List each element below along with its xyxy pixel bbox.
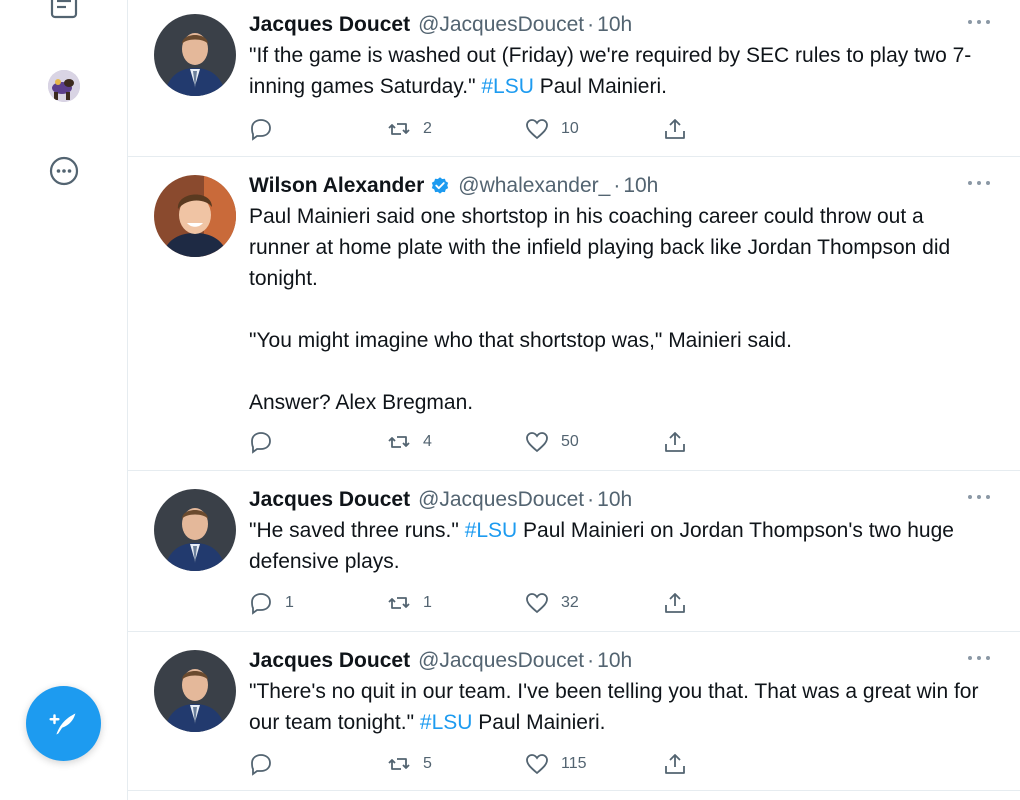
tweet-header: Jacques Doucet @JacquesDoucet · 10h [249, 12, 990, 38]
reply-icon [251, 119, 271, 141]
heart-icon [526, 593, 548, 614]
more-icon[interactable] [48, 155, 80, 187]
hashtag-link[interactable]: #LSU [465, 519, 518, 542]
lists-icon[interactable] [48, 0, 80, 20]
share-icon [665, 754, 685, 774]
sidebar [0, 0, 128, 800]
like-button[interactable]: 115 [525, 752, 663, 776]
heart-icon [526, 432, 548, 453]
like-count: 115 [561, 755, 587, 772]
tweet[interactable]: Wilson Alexander @whalexander_ · 10h Pau… [128, 157, 1020, 471]
separator-dot: · [613, 174, 621, 197]
author-handle[interactable]: @whalexander_ [458, 174, 610, 198]
retweet-count: 1 [423, 594, 432, 611]
more-options-icon[interactable] [968, 12, 990, 32]
retweet-icon [388, 758, 410, 770]
tweet-actions: 5 115 [249, 752, 693, 776]
retweet-icon [388, 123, 410, 135]
avatar[interactable] [154, 14, 236, 96]
share-button[interactable] [663, 430, 693, 454]
like-count: 50 [561, 433, 579, 450]
tweet[interactable]: Jacques Doucet @JacquesDoucet · 10h "He … [128, 471, 1020, 632]
more-options-icon[interactable] [968, 487, 990, 507]
reply-button[interactable] [249, 430, 387, 454]
reply-button[interactable] [249, 117, 387, 141]
hashtag-link[interactable]: #LSU [420, 711, 473, 734]
like-button[interactable]: 32 [525, 591, 663, 615]
compose-tweet-button[interactable] [26, 686, 101, 761]
share-icon [665, 119, 685, 139]
tweet-text-part: "There's no quit in our team. I've been … [249, 680, 985, 734]
author-name[interactable]: Wilson Alexander [249, 174, 424, 198]
tweet-text-part: Paul Mainieri. [533, 75, 667, 98]
timestamp[interactable]: 10h [597, 488, 632, 512]
reply-button[interactable]: 1 [249, 591, 387, 615]
author-handle[interactable]: @JacquesDoucet [418, 649, 584, 673]
tweet-actions: 2 10 [249, 117, 693, 141]
separator-dot: · [587, 488, 595, 511]
author-name[interactable]: Jacques Doucet [249, 649, 410, 673]
timestamp[interactable]: 10h [623, 174, 658, 198]
retweet-count: 4 [423, 433, 432, 450]
author-handle[interactable]: @JacquesDoucet [418, 488, 584, 512]
tweet-text-part: Paul Mainieri. [472, 711, 606, 734]
tweet[interactable]: Jacques Doucet @JacquesDoucet · 10h "If … [128, 0, 1020, 157]
tweet-header: Jacques Doucet @JacquesDoucet · 10h [249, 487, 990, 513]
more-options-icon[interactable] [968, 648, 990, 668]
retweet-button[interactable]: 2 [387, 117, 525, 141]
heart-icon [526, 119, 548, 140]
retweet-button[interactable]: 4 [387, 430, 525, 454]
avatar[interactable] [154, 650, 236, 732]
author-name[interactable]: Jacques Doucet [249, 13, 410, 37]
share-icon [665, 593, 685, 613]
tweet-text: "There's no quit in our team. I've been … [249, 676, 989, 738]
avatar[interactable] [154, 489, 236, 571]
retweet-count: 2 [423, 120, 432, 137]
tweet-actions: 1 1 32 [249, 591, 693, 615]
reply-icon [251, 432, 271, 454]
like-count: 10 [561, 120, 579, 137]
reply-button[interactable] [249, 752, 387, 776]
tweet-text-part: Paul Mainieri said one shortstop in his … [249, 205, 951, 414]
hashtag-link[interactable]: #LSU [481, 75, 534, 98]
tweet-text-part: "He saved three runs." [249, 519, 465, 542]
tweet-text: "He saved three runs." #LSU Paul Mainier… [249, 515, 989, 577]
tweet[interactable]: Jacques Doucet @JacquesDoucet · 10h "The… [128, 632, 1020, 791]
like-count: 32 [561, 594, 579, 611]
reply-icon [251, 754, 271, 776]
timestamp[interactable]: 10h [597, 649, 632, 673]
timestamp[interactable]: 10h [597, 13, 632, 37]
retweet-button[interactable]: 5 [387, 752, 525, 776]
retweet-icon [388, 436, 410, 448]
share-button[interactable] [663, 752, 693, 776]
reply-icon [251, 593, 271, 615]
like-button[interactable]: 10 [525, 117, 663, 141]
retweet-count: 5 [423, 755, 432, 772]
reply-count: 1 [285, 594, 294, 611]
author-handle[interactable]: @JacquesDoucet [418, 13, 584, 37]
profile-avatar[interactable] [48, 70, 80, 102]
more-options-icon[interactable] [968, 173, 990, 193]
share-button[interactable] [663, 117, 693, 141]
verified-badge-icon [432, 177, 449, 194]
tweet-text: "If the game is washed out (Friday) we'r… [249, 40, 989, 102]
retweet-icon [388, 597, 410, 609]
author-name[interactable]: Jacques Doucet [249, 488, 410, 512]
retweet-button[interactable]: 1 [387, 591, 525, 615]
tweet-header: Jacques Doucet @JacquesDoucet · 10h [249, 648, 990, 674]
heart-icon [526, 754, 548, 775]
tweet-header: Wilson Alexander @whalexander_ · 10h [249, 173, 990, 199]
avatar[interactable] [154, 175, 236, 257]
compose-tweet-icon [48, 713, 75, 734]
share-icon [665, 432, 685, 452]
separator-dot: · [587, 13, 595, 36]
separator-dot: · [587, 649, 595, 672]
tweet-actions: 4 50 [249, 430, 693, 454]
share-button[interactable] [663, 591, 693, 615]
like-button[interactable]: 50 [525, 430, 663, 454]
tweet-text: Paul Mainieri said one shortstop in his … [249, 201, 989, 418]
